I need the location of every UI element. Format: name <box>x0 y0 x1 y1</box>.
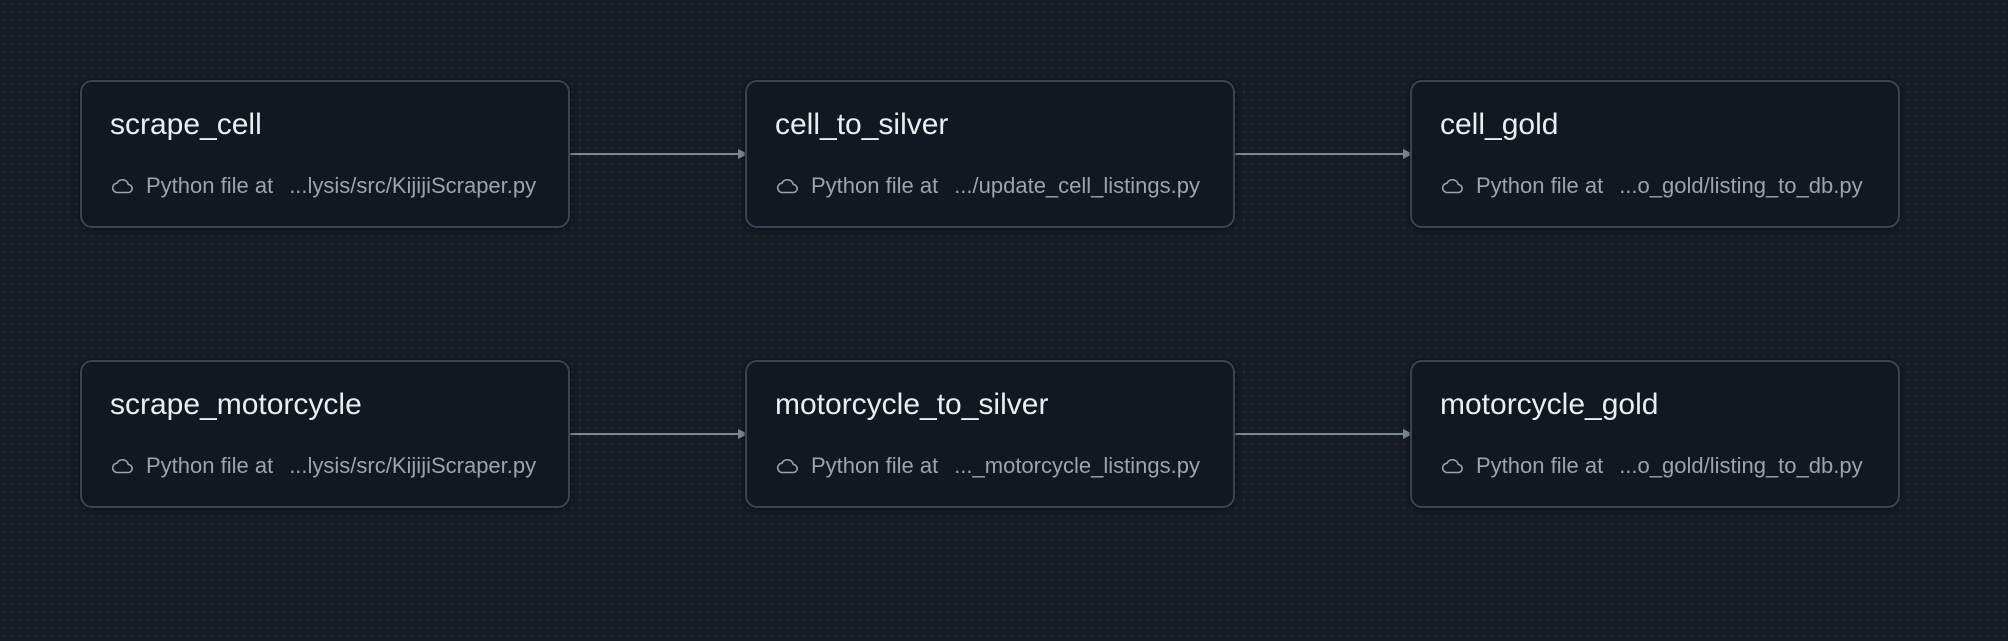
task-file-path: ...o_gold/listing_to_db.py <box>1619 453 1863 478</box>
task-type-label: Python file at <box>1476 453 1604 478</box>
task-source: Python file at .../update_cell_listings.… <box>775 172 1200 200</box>
task-file-path: ...lysis/src/KijijiScraper.py <box>289 173 537 198</box>
cloud-icon <box>1441 178 1463 194</box>
cloud-icon <box>111 178 133 194</box>
task-file-path: ...o_gold/listing_to_db.py <box>1619 173 1863 198</box>
task-type-label: Python file at <box>811 173 939 198</box>
cloud-icon <box>776 178 798 194</box>
task-name: scrape_motorcycle <box>110 388 362 421</box>
task-node-cell-to-silver[interactable]: cell_to_silver Python file at .../update… <box>745 80 1235 228</box>
task-file-path: ..._motorcycle_listings.py <box>954 453 1200 478</box>
task-type-label: Python file at <box>1476 173 1604 198</box>
job-dag-canvas[interactable]: scrape_cell Python file at ...lysis/src/… <box>0 0 2008 641</box>
task-node-cell-gold[interactable]: cell_gold Python file at ...o_gold/listi… <box>1410 80 1900 228</box>
cloud-icon <box>111 458 133 474</box>
cloud-icon <box>776 458 798 474</box>
task-name: motorcycle_gold <box>1440 388 1659 421</box>
task-source: Python file at ...o_gold/listing_to_db.p… <box>1440 172 1863 200</box>
task-name: motorcycle_to_silver <box>775 388 1049 421</box>
task-file-path: .../update_cell_listings.py <box>954 173 1201 198</box>
task-name: cell_to_silver <box>775 108 949 141</box>
task-node-motorcycle-gold[interactable]: motorcycle_gold Python file at ...o_gold… <box>1410 360 1900 508</box>
task-node-scrape-motorcycle[interactable]: scrape_motorcycle Python file at ...lysi… <box>80 360 570 508</box>
task-name: scrape_cell <box>110 108 262 141</box>
task-source: Python file at ...o_gold/listing_to_db.p… <box>1440 452 1863 480</box>
task-node-motorcycle-to-silver[interactable]: motorcycle_to_silver Python file at ..._… <box>745 360 1235 508</box>
task-name: cell_gold <box>1440 108 1559 141</box>
task-source: Python file at ...lysis/src/KijijiScrape… <box>110 452 536 480</box>
task-type-label: Python file at <box>146 173 274 198</box>
cloud-icon <box>1441 458 1463 474</box>
task-type-label: Python file at <box>146 453 274 478</box>
task-source: Python file at ...lysis/src/KijijiScrape… <box>110 172 536 200</box>
task-file-path: ...lysis/src/KijijiScraper.py <box>289 453 537 478</box>
task-node-scrape-cell[interactable]: scrape_cell Python file at ...lysis/src/… <box>80 80 570 228</box>
task-source: Python file at ..._motorcycle_listings.p… <box>775 452 1200 480</box>
task-type-label: Python file at <box>811 453 939 478</box>
